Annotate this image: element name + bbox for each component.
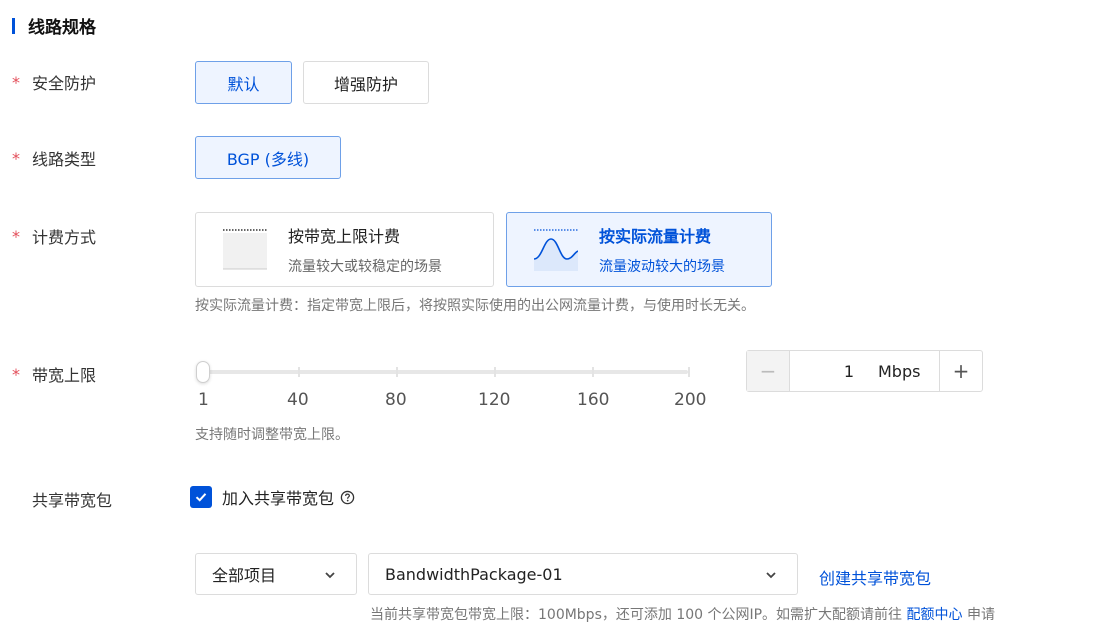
slider-tick — [396, 367, 398, 377]
required-mark: * — [12, 364, 20, 384]
billing-label: 计费方式 — [32, 228, 97, 247]
project-select-value: 全部项目 — [212, 566, 277, 585]
project-select[interactable]: 全部项目 — [195, 553, 357, 595]
billing-card-desc: 流量较大或较稳定的场景 — [288, 259, 442, 275]
slider-tick — [494, 367, 496, 377]
slider-thumb[interactable] — [196, 361, 210, 383]
security-option-enhanced[interactable]: 增强防护 — [303, 61, 429, 104]
slider-label-80: 80 — [385, 390, 407, 410]
line-type-label-row: * 线路类型 — [12, 146, 96, 170]
increment-button[interactable]: + — [939, 351, 982, 391]
security-label: 安全防护 — [32, 74, 97, 93]
shared-package-checkbox-label-row[interactable]: 加入共享带宽包 — [222, 485, 355, 509]
slider-label-1: 1 — [198, 390, 209, 410]
billing-card-title: 按带宽上限计费 — [288, 227, 401, 246]
bandwidth-unit: Mbps — [878, 361, 921, 381]
line-type-label: 线路类型 — [32, 150, 97, 169]
shared-package-label-row: 共享带宽包 — [12, 487, 112, 511]
check-icon — [195, 493, 207, 502]
required-mark: * — [12, 226, 20, 246]
bandwidth-hint: 支持随时调整带宽上限。 — [195, 427, 349, 443]
security-label-row: * 安全防护 — [12, 70, 96, 94]
bandwidth-cap-icon — [223, 229, 267, 270]
required-mark: * — [12, 148, 20, 168]
billing-card-actual-traffic[interactable]: 按实际流量计费 流量波动较大的场景 — [506, 212, 772, 287]
note-suffix: 申请 — [966, 607, 995, 623]
security-option-default[interactable]: 默认 — [195, 61, 292, 104]
bandwidth-slider[interactable] — [196, 357, 696, 387]
slider-track[interactable] — [202, 370, 688, 374]
billing-hint: 按实际流量计费：指定带宽上限后，将按照实际使用的出公网流量计费，与使用时长无关。 — [195, 298, 755, 314]
section-header: 线路规格 — [12, 13, 96, 38]
package-select[interactable]: BandwidthPackage-01 — [368, 553, 798, 595]
section-accent-bar — [12, 17, 15, 34]
billing-card-bandwidth-cap[interactable]: 按带宽上限计费 流量较大或较稳定的场景 — [195, 212, 494, 287]
required-mark: * — [12, 72, 20, 92]
slider-label-200: 200 — [674, 390, 707, 410]
bandwidth-label: 带宽上限 — [32, 366, 97, 385]
line-type-option-bgp[interactable]: BGP (多线) — [195, 136, 341, 179]
billing-label-row: * 计费方式 — [12, 224, 96, 248]
bandwidth-stepper: − 1 Mbps + — [746, 350, 983, 392]
note-text: 当前共享带宽包带宽上限：100Mbps，还可添加 100 个公网IP。如需扩大配… — [370, 607, 903, 623]
create-shared-package-link[interactable]: 创建共享带宽包 — [819, 565, 931, 589]
shared-package-label: 共享带宽包 — [32, 491, 113, 510]
slider-tick — [298, 367, 300, 377]
quota-center-link[interactable]: 配额中心 — [907, 607, 963, 623]
slider-tick — [592, 367, 594, 377]
package-select-value: BandwidthPackage-01 — [385, 564, 563, 584]
chevron-down-icon — [325, 572, 335, 579]
stepper-input[interactable]: 1 Mbps — [790, 351, 939, 391]
shared-package-note: 当前共享带宽包带宽上限：100Mbps，还可添加 100 个公网IP。如需扩大配… — [370, 604, 995, 624]
section-title: 线路规格 — [28, 18, 96, 38]
bandwidth-label-row: * 带宽上限 — [12, 362, 96, 386]
slider-label-160: 160 — [577, 390, 610, 410]
line-spec-form: 线路规格 * 安全防护 默认 增强防护 * 线路类型 BGP (多线) * 计费… — [0, 0, 1106, 638]
billing-card-title: 按实际流量计费 — [599, 227, 712, 246]
decrement-button[interactable]: − — [747, 351, 790, 391]
bandwidth-value[interactable]: 1 — [790, 362, 854, 381]
shared-package-checkbox-label[interactable]: 加入共享带宽包 — [222, 485, 334, 509]
slider-label-40: 40 — [287, 390, 309, 410]
slider-label-120: 120 — [478, 390, 511, 410]
help-icon[interactable] — [340, 490, 355, 505]
chevron-down-icon — [766, 572, 776, 579]
shared-package-checkbox[interactable] — [190, 486, 212, 508]
slider-tick — [688, 367, 690, 377]
billing-card-desc: 流量波动较大的场景 — [599, 259, 725, 275]
traffic-wave-icon — [534, 229, 578, 271]
